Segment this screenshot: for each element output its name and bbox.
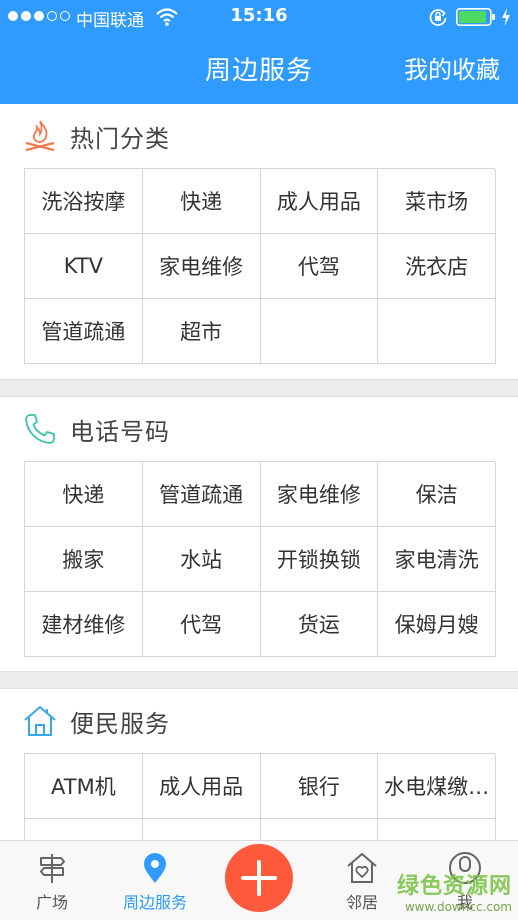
- signpost-icon: [40, 854, 65, 883]
- category-cell[interactable]: 菜市场: [378, 169, 496, 234]
- service-cell[interactable]: ATM机: [25, 754, 143, 819]
- campfire-icon: [25, 120, 55, 152]
- section-header: 电话号码: [0, 397, 518, 461]
- phone-category-cell[interactable]: 建材维修: [25, 592, 143, 657]
- category-cell[interactable]: 管道疏通: [25, 299, 143, 364]
- tab-label: 广场: [35, 893, 68, 912]
- section-title: 电话号码: [70, 418, 170, 446]
- my-favorites-button[interactable]: 我的收藏: [404, 50, 500, 85]
- phone-category-cell[interactable]: 货运: [260, 592, 379, 657]
- person-icon: [449, 852, 481, 884]
- house-icon: [24, 706, 56, 736]
- empty-cell: [260, 299, 379, 364]
- category-cell[interactable]: 快递: [142, 169, 261, 234]
- phone-category-cell[interactable]: 开锁换锁: [260, 527, 379, 592]
- service-cell[interactable]: 水电煤缴…: [378, 754, 496, 819]
- phone-category-cell[interactable]: 搬家: [25, 527, 143, 592]
- battery-icon: [456, 8, 495, 26]
- phone-number-grid: 快递 管道疏通 家电维修 保洁 搬家 水站 开锁换锁 家电清洗 建材维修 代驾 …: [24, 461, 496, 657]
- phone-category-cell[interactable]: 家电清洗: [378, 527, 496, 592]
- category-cell[interactable]: 洗衣店: [378, 234, 496, 299]
- phone-category-cell[interactable]: 代驾: [142, 592, 261, 657]
- tab-neighbors[interactable]: 邻居: [312, 841, 412, 920]
- category-cell[interactable]: 超市: [142, 299, 261, 364]
- service-cell[interactable]: 成人用品: [142, 754, 261, 819]
- phone-category-cell[interactable]: 保洁: [378, 462, 496, 527]
- service-cell[interactable]: 银行: [260, 754, 379, 819]
- tab-me[interactable]: 我: [415, 841, 515, 920]
- category-cell[interactable]: 洗浴按摩: [25, 169, 143, 234]
- top-header: 中国联通 15:16 周边服务 我的收藏: [0, 0, 518, 104]
- tab-plaza[interactable]: 广场: [2, 841, 102, 920]
- phone-category-cell[interactable]: 快递: [25, 462, 143, 527]
- phone-category-cell[interactable]: 家电维修: [260, 462, 379, 527]
- plus-icon: [241, 860, 277, 896]
- hot-category-grid: 洗浴按摩 快递 成人用品 菜市场 KTV 家电维修 代驾 洗衣店 管道疏通 超市: [24, 168, 496, 364]
- charging-icon: [502, 8, 510, 26]
- rotation-lock-icon: [429, 9, 447, 26]
- section-title: 便民服务: [70, 710, 170, 738]
- tab-label: 周边服务: [122, 893, 187, 912]
- location-pin-icon: [144, 853, 166, 883]
- empty-cell: [378, 299, 496, 364]
- status-bar: 中国联通 15:16: [0, 0, 518, 34]
- tab-label: 邻居: [345, 893, 378, 912]
- category-cell[interactable]: 代驾: [260, 234, 379, 299]
- section-phone-numbers: 电话号码 快递 管道疏通 家电维修 保洁 搬家 水站 开锁换锁 家电清洗 建材维…: [0, 396, 518, 672]
- category-cell[interactable]: KTV: [25, 234, 143, 299]
- section-header: 便民服务: [0, 689, 518, 753]
- section-hot-categories: 热门分类 洗浴按摩 快递 成人用品 菜市场 KTV 家电维修 代驾 洗衣店 管道…: [0, 104, 518, 380]
- phone-category-cell[interactable]: 保姆月嫂: [378, 592, 496, 657]
- section-header: 热门分类: [0, 104, 518, 168]
- tab-nearby-services[interactable]: 周边服务: [105, 841, 205, 920]
- heart-house-icon: [347, 853, 377, 883]
- tab-label: 我: [456, 893, 473, 912]
- phone-icon: [25, 414, 55, 444]
- phone-category-cell[interactable]: 管道疏通: [142, 462, 261, 527]
- add-button[interactable]: [225, 844, 293, 912]
- category-cell[interactable]: 成人用品: [260, 169, 379, 234]
- section-title: 热门分类: [70, 125, 170, 153]
- phone-category-cell[interactable]: 水站: [142, 527, 261, 592]
- category-cell[interactable]: 家电维修: [142, 234, 261, 299]
- section-convenience-services: 便民服务 ATM机 成人用品 银行 水电煤缴…: [0, 688, 518, 884]
